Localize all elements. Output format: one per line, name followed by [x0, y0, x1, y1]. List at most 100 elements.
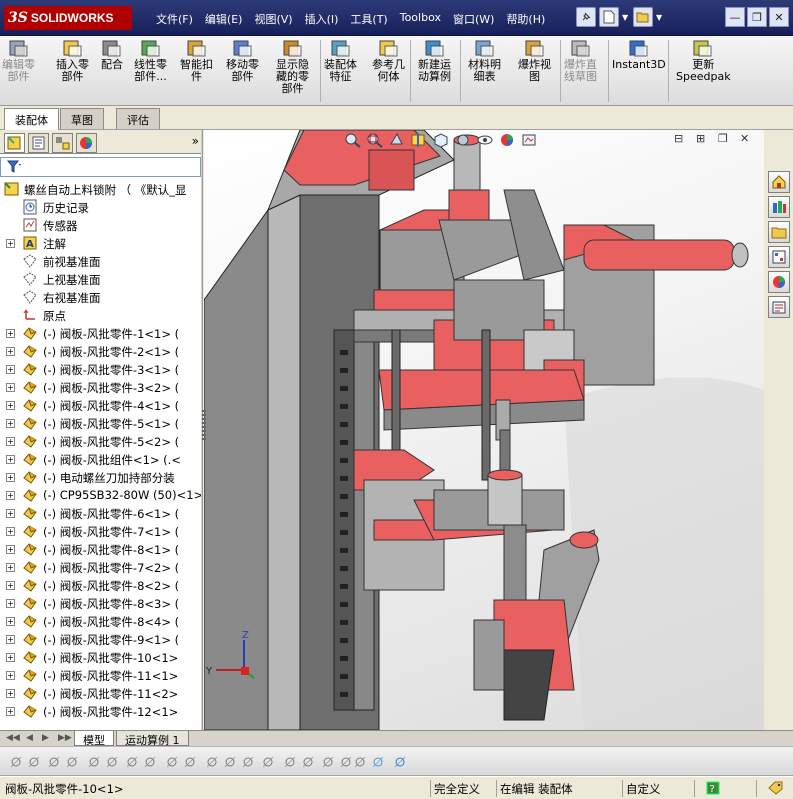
app-logo[interactable]: 3S SOLIDWORKS — [4, 6, 132, 30]
section-view-icon[interactable] — [410, 132, 428, 148]
close-icon[interactable]: ✕ — [769, 7, 789, 27]
feature-manager-tree-icon[interactable] — [4, 133, 25, 153]
more-tabs-icon[interactable]: » — [192, 134, 199, 148]
offset-icon[interactable] — [240, 754, 256, 770]
centerline-icon[interactable] — [142, 754, 158, 770]
cmd-insert-component-button[interactable]: 插入零 部件 — [56, 38, 89, 83]
cmd-bill-of-materials-button[interactable]: 材料明 细表 — [468, 38, 501, 83]
feature-filter-field[interactable] — [0, 157, 201, 177]
expand-toggle-icon[interactable]: + — [6, 545, 15, 554]
menu-help[interactable]: 帮助(H) — [500, 9, 551, 29]
tree-component[interactable]: + (-) 阀板-风批组件<1> (.< — [0, 450, 200, 468]
tree-component[interactable]: + (-) 阀板-风批零件-6<1> ( — [0, 504, 200, 522]
tree-component[interactable]: + (-) CP95SB32-80W (50)<1> — [0, 486, 202, 504]
expand-toggle-icon[interactable]: + — [6, 401, 15, 410]
menu-toolbox[interactable]: Toolbox — [394, 9, 447, 29]
expand-toggle-icon[interactable]: + — [6, 581, 15, 590]
next-tab-icon[interactable]: ▶ — [42, 733, 49, 743]
pin-icon[interactable] — [576, 7, 596, 27]
expand-toggle-icon[interactable]: + — [6, 383, 15, 392]
fillet-icon[interactable] — [86, 754, 102, 770]
zoom-to-fit-icon[interactable] — [344, 132, 362, 148]
expand-toggle-icon[interactable]: + — [6, 563, 15, 572]
split-vertical-icon[interactable]: ⊟ — [674, 132, 683, 145]
tree-component[interactable]: + (-) 阀板-风批零件-2<1> ( — [0, 342, 200, 360]
display-manager-icon[interactable] — [76, 133, 97, 153]
cmd-speedpak-button[interactable]: 更新 Speedpak — [676, 38, 731, 83]
tree-component[interactable]: + (-) 阀板-风批零件-7<1> ( — [0, 522, 200, 540]
spline-icon[interactable] — [164, 754, 180, 770]
tree-component[interactable]: + (-) 阀板-风批零件-1<1> ( — [0, 324, 200, 342]
menu-tools[interactable]: 工具(T) — [344, 9, 393, 29]
expand-toggle-icon[interactable]: + — [6, 365, 15, 374]
expand-toggle-icon[interactable]: + — [6, 437, 15, 446]
cmd-explode-line-sketch-button[interactable]: 爆炸直 线草图 — [564, 38, 597, 83]
panel-splitter[interactable] — [201, 130, 206, 730]
assembly-model[interactable]: Z Y — [204, 130, 764, 730]
appearances-scenes-icon[interactable] — [768, 271, 790, 293]
tree-component[interactable]: + (-) 阀板-风批零件-7<2> ( — [0, 558, 200, 576]
view-orientation-icon[interactable] — [432, 132, 450, 148]
prev-tab-icon[interactable]: ◀ — [26, 733, 33, 743]
edit-appearance-icon[interactable] — [498, 132, 516, 148]
custom-properties-icon[interactable] — [768, 296, 790, 318]
tree-component[interactable]: + (-) 阀板-风批零件-8<3> ( — [0, 594, 200, 612]
previous-view-icon[interactable] — [388, 132, 406, 148]
splitter-grip-icon[interactable] — [202, 410, 206, 440]
linear-pattern-sketch-icon[interactable] — [282, 754, 298, 770]
expand-toggle-icon[interactable]: + — [6, 527, 15, 536]
expand-toggle-icon[interactable]: + — [6, 617, 15, 626]
relations-icon[interactable] — [320, 754, 336, 770]
viewport-close-icon[interactable]: ✕ — [740, 132, 749, 145]
tree-component[interactable]: + (-) 阀板-风批零件-5<1> ( — [0, 414, 200, 432]
cmd-show-hidden-button[interactable]: 显示隐 藏的零 部件 — [276, 38, 309, 95]
hide-show-items-icon[interactable] — [476, 132, 494, 148]
expand-toggle-icon[interactable]: + — [6, 599, 15, 608]
cmd-exploded-view-button[interactable]: 爆炸视 图 — [518, 38, 551, 83]
axis-icon[interactable] — [392, 754, 408, 770]
property-manager-icon[interactable] — [28, 133, 49, 153]
tree-component[interactable]: + (-) 阀板-风批零件-8<4> ( — [0, 612, 200, 630]
arc-icon[interactable] — [46, 754, 62, 770]
line-icon[interactable] — [124, 754, 140, 770]
last-tab-icon[interactable]: ▶▶ — [58, 733, 72, 743]
tree-component[interactable]: + (-) 阀板-风批零件-8<1> ( — [0, 540, 200, 558]
tree-component[interactable]: + (-) 阀板-风批零件-11<1> — [0, 666, 200, 684]
menu-insert[interactable]: 插入(I) — [299, 9, 345, 29]
display-style-icon[interactable] — [454, 132, 472, 148]
cmd-smart-fasteners-button[interactable]: 智能扣 件 — [180, 38, 213, 83]
tree-item[interactable]: 传感器 — [0, 216, 200, 234]
menu-view[interactable]: 视图(V) — [248, 9, 298, 29]
tree-component[interactable]: + (-) 阀板-风批零件-11<2> — [0, 684, 200, 702]
new-dropdown-icon[interactable]: ▼ — [622, 7, 630, 27]
smart-dimension-icon[interactable] — [300, 754, 316, 770]
minimize-icon[interactable]: — — [725, 7, 745, 27]
expand-toggle-icon[interactable]: + — [6, 455, 15, 464]
box-icon[interactable] — [370, 754, 386, 770]
tree-item[interactable]: 前视基准面 — [0, 252, 200, 270]
expand-toggle-icon[interactable]: + — [6, 473, 15, 482]
tree-item[interactable]: 原点 — [0, 306, 200, 324]
tree-component[interactable]: + (-) 阀板-风批零件-3<2> ( — [0, 378, 200, 396]
tab-evaluate[interactable]: 评估 — [116, 108, 160, 129]
tags-icon[interactable] — [768, 781, 784, 795]
expand-toggle-icon[interactable]: + — [6, 689, 15, 698]
expand-toggle-icon[interactable]: + — [6, 491, 15, 500]
cmd-move-component-button[interactable]: 移动零 部件 — [226, 38, 259, 83]
tree-item[interactable]: 历史记录 — [0, 198, 200, 216]
expand-toggle-icon[interactable]: + — [6, 653, 15, 662]
tree-component[interactable]: + (-) 阀板-风批零件-8<2> ( — [0, 576, 200, 594]
split-horizontal-icon[interactable]: ⊞ — [696, 132, 705, 145]
tree-component[interactable]: + (-) 电动螺丝刀加持部分装 — [0, 468, 200, 486]
view-palette-icon[interactable] — [768, 246, 790, 268]
cmd-new-motion-study-button[interactable]: 新建运 动算例 — [418, 38, 451, 83]
tab-motion-study-1[interactable]: 运动算例 1 — [116, 731, 189, 747]
circle-icon[interactable] — [26, 754, 42, 770]
status-units[interactable]: 自定义 — [622, 780, 694, 797]
instant-2d-icon[interactable] — [352, 754, 368, 770]
tab-sketch[interactable]: 草图 — [60, 108, 104, 129]
polygon-icon[interactable] — [182, 754, 198, 770]
expand-toggle-icon[interactable]: + — [6, 671, 15, 680]
viewport-restore-icon[interactable]: ❐ — [718, 132, 728, 145]
cmd-mate-button[interactable]: 配合 — [100, 38, 124, 71]
